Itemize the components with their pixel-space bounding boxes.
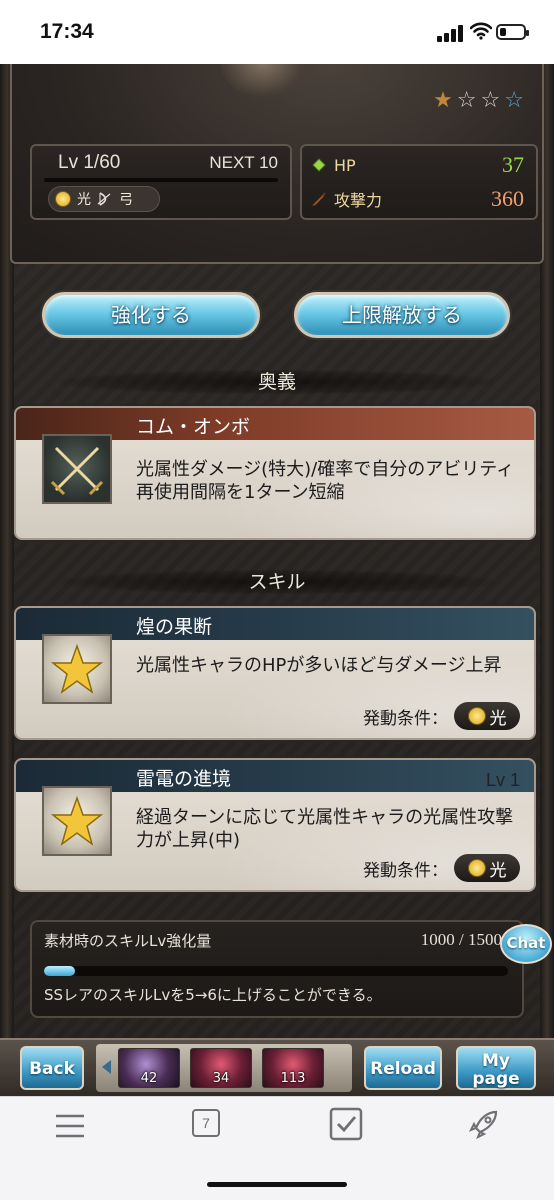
mypage-button[interactable]: My page bbox=[456, 1046, 536, 1090]
light-element-icon bbox=[55, 191, 71, 207]
sword-icon bbox=[312, 192, 326, 206]
bow-icon bbox=[97, 192, 111, 206]
game-view: ★ ☆ ☆ ☆ Lv 1/60 NEXT 10 光 弓 HP 37 攻撃力 36… bbox=[0, 64, 554, 1096]
skill-description: 光属性キャラのHPが多いほど与ダメージ上昇 bbox=[136, 655, 502, 676]
level-label: Lv 1/60 bbox=[58, 152, 121, 173]
party-thumbnail[interactable]: 113 bbox=[262, 1048, 324, 1088]
skill-card-1[interactable]: 煌の果断 光属性キャラのHPが多いほど与ダメージ上昇 発動条件： 光 bbox=[14, 606, 536, 740]
wing-ornament bbox=[218, 64, 308, 98]
condition-label: 発動条件： bbox=[363, 708, 448, 729]
upgrade-button[interactable]: 強化する bbox=[42, 292, 260, 338]
attack-label: 攻撃力 bbox=[334, 191, 383, 210]
condition-element: 光 bbox=[489, 860, 507, 881]
material-skill-box: 素材時のスキルLv強化量 1000 / 1500 SSレアのスキルLvを5→6に… bbox=[30, 920, 524, 1018]
ougi-section-title: 奥義 bbox=[60, 370, 494, 394]
blue-star-icon: ☆ bbox=[504, 88, 524, 113]
mypage-label-line2: page bbox=[472, 1069, 520, 1089]
status-bar: 17:34 bbox=[0, 0, 554, 64]
condition-label: 発動条件： bbox=[363, 860, 448, 881]
skill-name: 煌の果断 bbox=[136, 616, 213, 638]
star-icon bbox=[42, 786, 112, 856]
material-progress-bar bbox=[44, 966, 508, 976]
party-thumbnail[interactable]: 42 bbox=[118, 1048, 180, 1088]
mypage-label-line1: My bbox=[482, 1051, 510, 1071]
rocket-icon[interactable] bbox=[466, 1106, 502, 1142]
menu-icon[interactable] bbox=[52, 1108, 88, 1144]
light-element-icon bbox=[467, 859, 486, 877]
hp-row: HP 37 bbox=[312, 150, 524, 180]
game-nav-bar: Back 42 34 113 Reload My page bbox=[0, 1038, 554, 1096]
skill-description: 経過ターンに応じて光属性キャラの光属性攻撃力が上昇(中) bbox=[136, 807, 514, 851]
empty-star-icon: ☆ bbox=[480, 88, 501, 113]
checkbox-icon[interactable] bbox=[328, 1106, 364, 1142]
attack-row: 攻撃力 360 bbox=[312, 184, 524, 214]
ougi-name: コム・オンボ bbox=[136, 416, 251, 438]
crossed-swords-icon bbox=[42, 434, 112, 504]
uncap-star-icon: ★ bbox=[433, 88, 453, 113]
condition-element-badge: 光 bbox=[454, 854, 520, 882]
battery-icon bbox=[496, 24, 529, 40]
ougi-card[interactable]: コム・オンボ 光属性ダメージ(特大)/確率で自分のアビリティ再使用間隔を1ターン… bbox=[14, 406, 536, 540]
weapon-type-label: 弓 bbox=[119, 192, 133, 208]
back-button[interactable]: Back bbox=[20, 1046, 84, 1090]
level-box: Lv 1/60 NEXT 10 光 弓 bbox=[30, 144, 292, 220]
reload-button[interactable]: Reload bbox=[364, 1046, 442, 1090]
home-indicator bbox=[207, 1182, 347, 1187]
star-icon bbox=[42, 634, 112, 704]
hp-label: HP bbox=[334, 155, 356, 175]
party-thumbnail[interactable]: 34 bbox=[190, 1048, 252, 1088]
ougi-description: 光属性ダメージ(特大)/確率で自分のアビリティ再使用間隔を1ターン短縮 bbox=[136, 459, 515, 503]
hp-diamond-icon bbox=[312, 158, 326, 172]
party-left-arrow-icon[interactable] bbox=[102, 1060, 111, 1074]
exp-bar bbox=[44, 178, 278, 182]
material-note: SSレアのスキルLvを5→6に上げることができる。 bbox=[44, 986, 382, 1004]
stats-box: HP 37 攻撃力 360 bbox=[300, 144, 538, 220]
condition-element-badge: 光 bbox=[454, 702, 520, 730]
unit-info-panel: ★ ☆ ☆ ☆ Lv 1/60 NEXT 10 光 弓 HP 37 攻撃力 36… bbox=[10, 64, 544, 264]
party-count: 42 bbox=[140, 1071, 158, 1086]
condition-element: 光 bbox=[489, 708, 507, 729]
battery-level bbox=[500, 28, 506, 36]
uncap-button[interactable]: 上限解放する bbox=[294, 292, 510, 338]
skill-name: 雷電の進境 bbox=[136, 768, 232, 790]
light-element-icon bbox=[467, 707, 486, 725]
empty-star-icon: ☆ bbox=[456, 88, 477, 113]
rarity-stars: ★ ☆ ☆ ☆ bbox=[433, 90, 524, 112]
material-progress-fill bbox=[44, 966, 75, 976]
skill-condition: 発動条件： 光 bbox=[363, 854, 520, 882]
tabs-button[interactable]: 7 bbox=[192, 1109, 220, 1137]
hp-value: 37 bbox=[502, 152, 524, 177]
party-count: 113 bbox=[280, 1071, 306, 1086]
next-exp-label: NEXT 10 bbox=[209, 153, 278, 172]
element-weapon-tags: 光 弓 bbox=[48, 186, 160, 212]
material-count: 1000 / 1500 bbox=[420, 930, 502, 949]
party-thumbnails: 42 34 113 bbox=[96, 1044, 352, 1092]
status-time: 17:34 bbox=[40, 20, 94, 43]
attack-value: 360 bbox=[491, 186, 524, 211]
element-label: 光 bbox=[77, 192, 91, 208]
skill-card-2[interactable]: 雷電の進境 Lv 1 経過ターンに応じて光属性キャラの光属性攻撃力が上昇(中) … bbox=[14, 758, 536, 892]
party-count: 34 bbox=[212, 1071, 230, 1086]
skill-section-title: スキル bbox=[60, 570, 494, 594]
cellular-signal-icon bbox=[437, 24, 465, 42]
skill-condition: 発動条件： 光 bbox=[363, 702, 520, 730]
wifi-icon bbox=[470, 22, 492, 40]
skill-level: Lv 1 bbox=[485, 770, 520, 790]
chat-button[interactable]: Chat bbox=[500, 924, 552, 964]
material-title: 素材時のスキルLv強化量 bbox=[44, 932, 212, 950]
